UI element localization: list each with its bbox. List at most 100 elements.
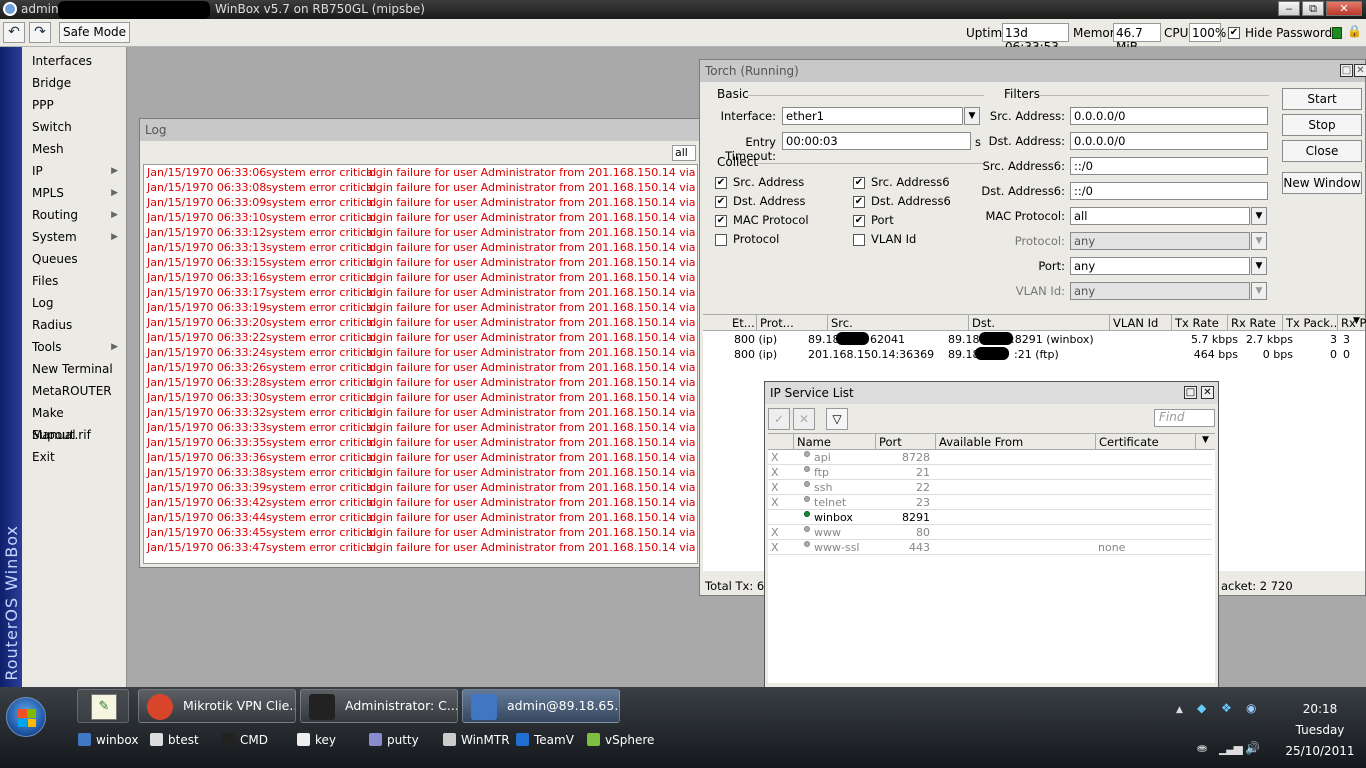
close-icon[interactable]: ✕ (1201, 386, 1214, 399)
minimize-button[interactable]: ‒ (1278, 1, 1300, 16)
menu-item-metarouter[interactable]: MetaROUTER (22, 380, 126, 402)
checkbox-icon[interactable]: ✔ (715, 195, 727, 208)
filter-input[interactable]: all (1070, 207, 1250, 225)
menu-item-system[interactable]: System ▶ (22, 226, 126, 248)
checkbox-icon[interactable]: ✔ (853, 176, 865, 189)
start-button[interactable]: Start (1282, 88, 1362, 110)
filter-input[interactable]: any (1070, 257, 1250, 275)
checkbox-icon[interactable] (715, 233, 727, 246)
taskbar-task[interactable]: Administrator: C... (300, 689, 458, 723)
service-column-header[interactable]: Available From (936, 434, 1096, 450)
taskbar-task[interactable]: Mikrotik VPN Clie... (138, 689, 296, 723)
checkbox-icon[interactable]: ✔ (715, 176, 727, 189)
entry-timeout-input[interactable]: 00:00:03 (782, 132, 971, 150)
torch-window-header[interactable]: Torch (Running) □ ✕ (700, 60, 1366, 82)
enable-icon[interactable]: ✓ (768, 408, 790, 430)
menu-item-tools[interactable]: Tools ▶ (22, 336, 126, 358)
maximize-button[interactable]: ⧉ (1302, 1, 1324, 16)
quicklaunch-key[interactable]: key (297, 733, 336, 747)
menu-item-routing[interactable]: Routing ▶ (22, 204, 126, 226)
service-row[interactable]: winbox 8291 (768, 510, 1212, 525)
filter-input[interactable]: ::/0 (1070, 182, 1268, 200)
new-window-button[interactable]: New Window (1282, 172, 1362, 194)
menu-item-ip[interactable]: IP ▶ (22, 160, 126, 182)
interface-select[interactable]: ether1 (782, 107, 963, 125)
close-button[interactable]: ✕ (1326, 1, 1362, 16)
pinned-app-icon[interactable]: ✎ (77, 689, 129, 723)
close-icon[interactable]: ✕ (1354, 64, 1366, 77)
menu-item-manual[interactable]: Manual (22, 424, 126, 446)
signal-icon[interactable]: ▁▃▅ (1219, 741, 1243, 755)
service-row[interactable]: Xftp 21 (768, 465, 1212, 480)
filter-input[interactable]: ::/0 (1070, 157, 1268, 175)
maximize-icon[interactable]: □ (1184, 386, 1197, 399)
filter-input[interactable]: any (1070, 282, 1250, 300)
menu-item-log[interactable]: Log (22, 292, 126, 314)
torch-column-header[interactable]: Prot... (757, 315, 828, 331)
quicklaunch-winbox[interactable]: winbox (78, 733, 138, 747)
network-icon[interactable]: ⛂ (1197, 741, 1207, 755)
dropdown-icon[interactable]: ▼ (1251, 207, 1267, 225)
collect-dst-address[interactable]: ✔ Dst. Address (715, 194, 805, 208)
torch-column-header[interactable]: Et... (729, 315, 757, 331)
torch-column-header[interactable]: VLAN Id (1110, 315, 1172, 331)
torch-column-header[interactable]: Tx Pack... (1283, 315, 1338, 331)
disable-icon[interactable]: ✕ (793, 408, 815, 430)
checkbox-icon[interactable]: ✔ (853, 195, 865, 208)
dropdown-icon[interactable]: ▼ (1251, 257, 1267, 275)
service-row[interactable]: Xtelnet 23 (768, 495, 1212, 510)
menu-item-files[interactable]: Files (22, 270, 126, 292)
stop-button[interactable]: Stop (1282, 114, 1362, 136)
system-clock[interactable]: 20:18 Tuesday 25/10/2011 (1280, 699, 1360, 762)
quicklaunch-winmtr[interactable]: WinMTR (443, 733, 510, 747)
menu-item-ppp[interactable]: PPP (22, 94, 126, 116)
torch-column-header[interactable]: Src. (828, 315, 969, 331)
taskbar-task[interactable]: admin@89.18.65.... (462, 689, 620, 723)
service-row[interactable]: Xwww-ssl 443 none (768, 540, 1212, 555)
torch-row[interactable]: 800 (ip) 201.168.150.14:36369 89.18:21 (ft… (703, 347, 1365, 362)
ip-service-header[interactable]: IP Service List □ ✕ (765, 382, 1218, 404)
collect-src-address6[interactable]: ✔ Src. Address6 (853, 175, 950, 189)
quicklaunch-vsphere[interactable]: vSphere (587, 733, 654, 747)
redo-button[interactable]: ↷ (29, 22, 51, 43)
checkbox-icon[interactable]: ✔ (853, 214, 865, 227)
tray-app-icon[interactable]: ◆ (1197, 701, 1206, 715)
menu-item-new-terminal[interactable]: New Terminal (22, 358, 126, 380)
maximize-icon[interactable]: □ (1340, 64, 1353, 77)
menu-item-mesh[interactable]: Mesh (22, 138, 126, 160)
collect-mac-protocol[interactable]: ✔ MAC Protocol (715, 213, 809, 227)
menu-item-exit[interactable]: Exit (22, 446, 126, 468)
safe-mode-button[interactable]: Safe Mode (59, 22, 130, 43)
ip-service-table[interactable]: Xapi 8728 Xftp 21 Xssh 22 Xtelnet 23 winbox 8291 X… (768, 450, 1215, 683)
quicklaunch-putty[interactable]: putty (369, 733, 419, 747)
torch-row[interactable]: 800 (ip) 89.18 62041 89.18.:8291 (winbox) 5.… (703, 332, 1365, 347)
menu-item-make-supout-rif[interactable]: Make Supout.rif (22, 402, 126, 442)
collect-vlan-id[interactable]: VLAN Id (853, 232, 916, 246)
collect-port[interactable]: ✔ Port (853, 213, 894, 227)
quicklaunch-teamv[interactable]: TeamV (516, 733, 574, 747)
service-row[interactable]: Xssh 22 (768, 480, 1212, 495)
log-filter-select[interactable]: all (672, 145, 696, 161)
filter-icon[interactable]: ▽ (826, 408, 848, 430)
log-window-header[interactable]: Log (140, 119, 700, 141)
log-list[interactable]: Jan/15/1970 06:33:06 system error critica… (143, 164, 698, 564)
hide-passwords-checkbox[interactable]: ✔ (1228, 27, 1240, 39)
service-row[interactable]: Xapi 8728 (768, 450, 1212, 465)
menu-item-bridge[interactable]: Bridge (22, 72, 126, 94)
dropdown-icon[interactable]: ▼ (1251, 232, 1267, 250)
service-column-header[interactable]: Certificate (1096, 434, 1196, 450)
menu-item-mpls[interactable]: MPLS ▶ (22, 182, 126, 204)
collect-protocol[interactable]: Protocol (715, 232, 779, 246)
service-row[interactable]: Xwww 80 (768, 525, 1212, 540)
show-hidden-icons-icon[interactable]: ▲ (1176, 705, 1183, 715)
collect-src-address[interactable]: ✔ Src. Address (715, 175, 804, 189)
dropbox-icon[interactable]: ❖ (1221, 701, 1232, 715)
menu-item-queues[interactable]: Queues (22, 248, 126, 270)
volume-icon[interactable]: 🔊 (1245, 741, 1260, 755)
column-menu-icon[interactable]: ▼ (1353, 316, 1360, 326)
checkbox-icon[interactable] (853, 233, 865, 246)
service-column-header[interactable]: Name (794, 434, 876, 450)
torch-column-header[interactable]: Rx Rate (1228, 315, 1283, 331)
close-torch-button[interactable]: Close (1282, 140, 1362, 162)
menu-item-interfaces[interactable]: Interfaces (22, 50, 126, 72)
